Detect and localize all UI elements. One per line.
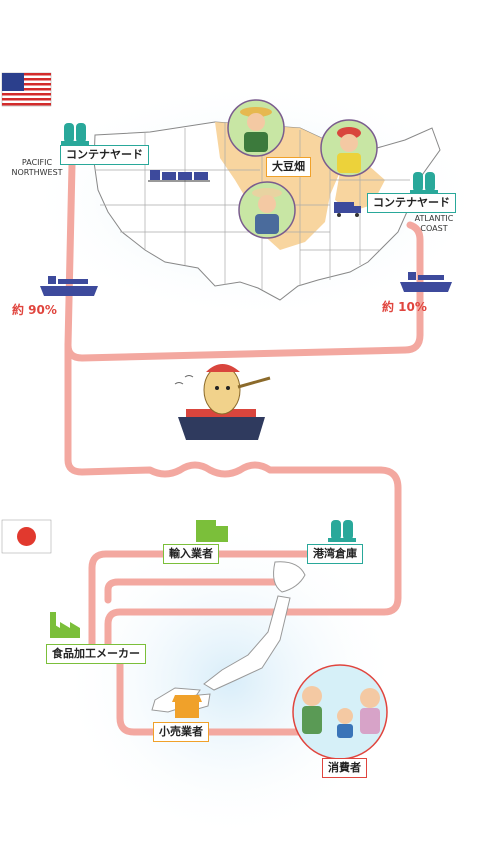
port-warehouse-label: 港湾倉庫 [307, 544, 363, 564]
atlantic-coast-label: ATLANTIC COAST [414, 214, 454, 233]
container-yard-west-label: コンテナヤード [60, 145, 149, 165]
japan-flag-icon [1, 519, 52, 554]
mascot-ship-icon [174, 364, 271, 440]
share-east-label: 約 10% [382, 300, 427, 314]
container-yard-east-label: コンテナヤード [367, 193, 456, 213]
farmer-avatar-3 [238, 181, 296, 239]
farmer-avatar-1 [227, 99, 285, 157]
consumer-avatar [292, 664, 388, 760]
food-maker-label: 食品加工メーカー [46, 644, 146, 664]
farmer-avatar-2 [320, 119, 378, 177]
soy-supply-diagram: PACIFIC NORTHWEST ATLANTIC COAST コンテナヤード… [0, 0, 480, 853]
port-warehouse-icon [328, 520, 356, 542]
importer-label: 輸入業者 [163, 544, 219, 564]
retailer-label: 小売業者 [153, 722, 209, 742]
share-west-label: 約 90% [12, 303, 57, 317]
retailer-shop-icon [172, 695, 202, 718]
usa-flag-icon [1, 72, 52, 107]
consumer-label: 消費者 [322, 758, 367, 778]
diagram-canvas [1, 72, 480, 840]
soybean-field-label: 大豆畑 [266, 157, 311, 177]
